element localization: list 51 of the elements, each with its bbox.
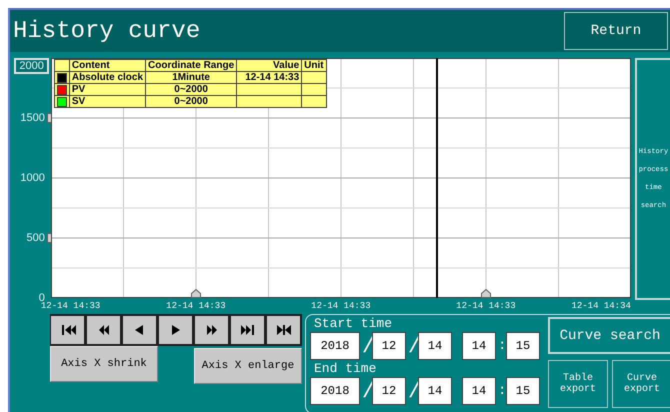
navigation-button[interactable] [266, 314, 302, 346]
table-header: Coordinate Range [146, 60, 237, 72]
table-cell: SV [69, 96, 146, 108]
navigation-button[interactable] [194, 314, 230, 346]
axis-button[interactable]: Axis X enlarge [194, 348, 302, 384]
center-icon [274, 323, 292, 337]
navigation-button[interactable] [50, 314, 86, 346]
return-button[interactable]: Return [564, 12, 668, 50]
table-cell: 0~2000 [146, 84, 237, 96]
x-axis-label: 12-14 14:33 [311, 300, 371, 312]
y-axis-label: 1000 [20, 171, 45, 185]
year-field[interactable]: 2018 [310, 332, 360, 360]
window-title: History curve [12, 18, 200, 44]
x-axis-label: 12-14 14:33 [40, 301, 100, 312]
export-button[interactable]: Curve export [612, 360, 670, 408]
table-cell: PV [69, 84, 146, 96]
table-cell: 0~2000 [146, 96, 237, 108]
navigation-button[interactable] [86, 314, 122, 346]
month-field[interactable]: 12 [372, 377, 406, 405]
table-header: Unit [302, 60, 326, 72]
time-separator: : [498, 338, 504, 354]
day-field[interactable]: 14 [418, 332, 452, 360]
day-field[interactable]: 14 [418, 377, 452, 405]
time-label: End time [313, 362, 378, 376]
month-field[interactable]: 12 [372, 332, 406, 360]
table-header: Value [236, 60, 302, 72]
minute-field[interactable]: 15 [506, 332, 540, 360]
x-axis-label: 12-14 14:33 [166, 300, 226, 312]
y-max-field[interactable]: 2000 [14, 58, 49, 74]
skip-end-icon [238, 323, 256, 337]
time-separator: : [498, 383, 504, 399]
curve-search-button[interactable]: Curve search [548, 317, 670, 354]
navigation-button[interactable] [122, 314, 158, 346]
table-cell: 12-14 14:33 [245, 72, 300, 83]
y-axis-label: 500 [26, 231, 45, 245]
cursor-line[interactable] [436, 58, 438, 298]
minute-field[interactable]: 15 [506, 377, 540, 405]
table-cell: 1Minute [146, 72, 237, 84]
navigation-button[interactable] [230, 314, 266, 346]
navigation-button[interactable] [158, 314, 194, 346]
axis-button[interactable]: Axis X shrink [50, 346, 158, 382]
table-header: Content [69, 60, 146, 72]
x-axis-label: 12-14 14:33 [456, 300, 516, 312]
export-button[interactable]: Table export [548, 360, 608, 408]
hour-field[interactable]: 14 [462, 377, 496, 405]
year-field[interactable]: 2018 [310, 377, 360, 405]
x-axis-label: 12-14 14:34 [571, 300, 631, 312]
hour-field[interactable]: 14 [462, 332, 496, 360]
table-cell: Absolute clock [69, 72, 146, 84]
y-axis-label: 1500 [20, 111, 45, 125]
time-label: Start time [313, 317, 394, 331]
